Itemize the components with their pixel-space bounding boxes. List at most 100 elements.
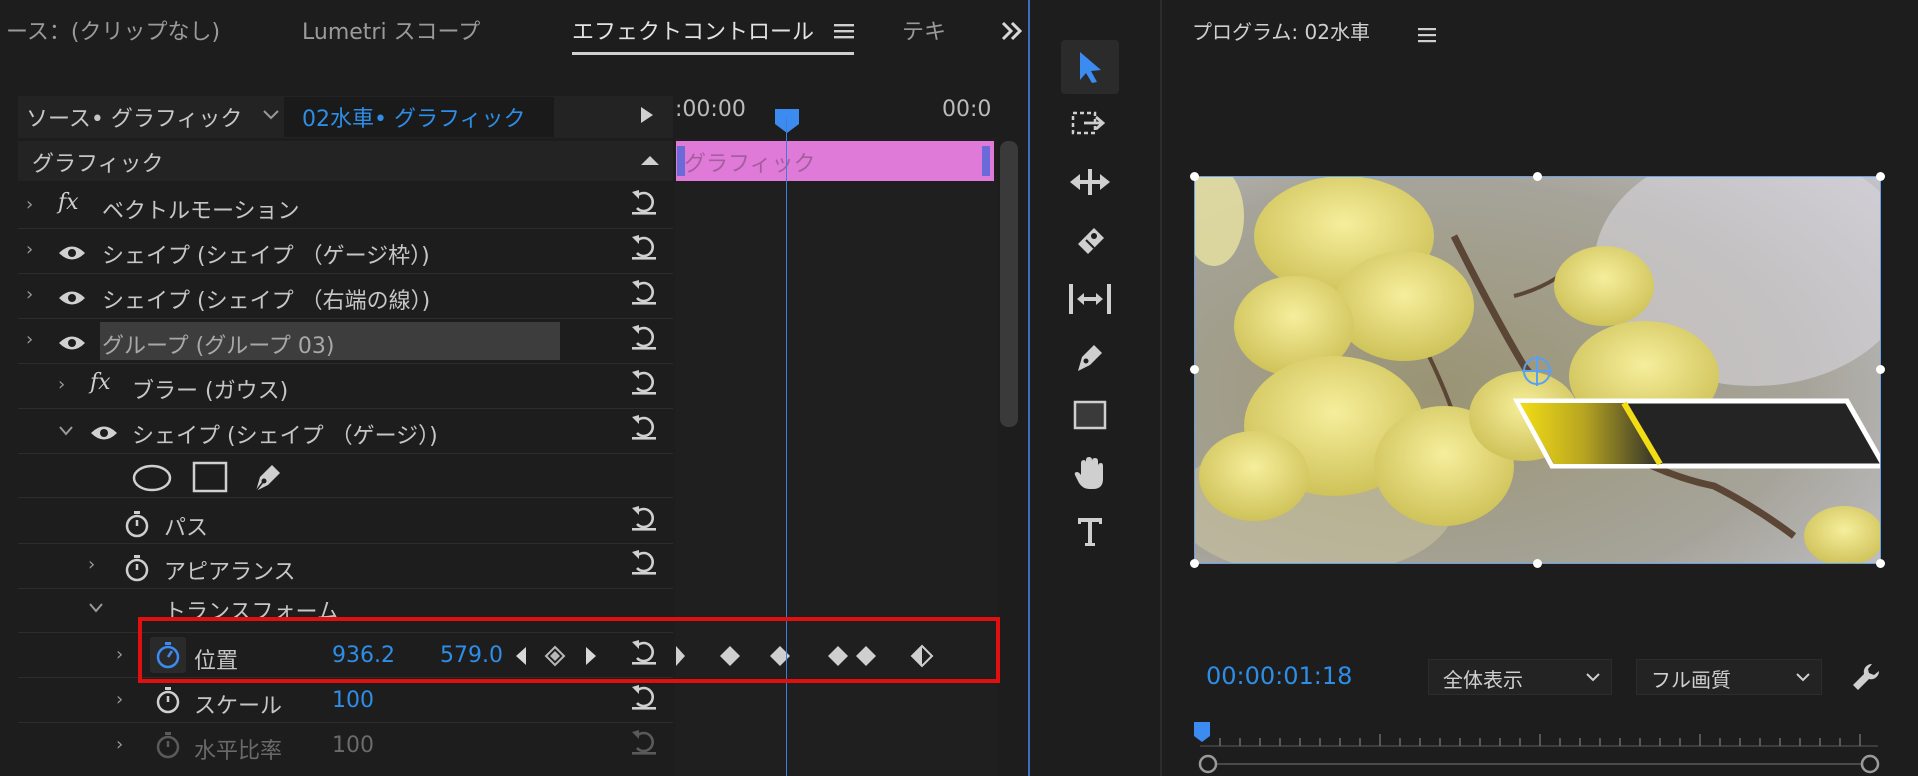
ripple-edit-icon [1070,169,1110,195]
expand-chevron-icon[interactable]: › [58,374,65,395]
scale-value[interactable]: 100 [332,688,374,713]
annotation-highlight-box [138,617,1000,683]
tab-source[interactable]: ース：(クリップなし) [6,14,220,46]
effect-vector-motion[interactable]: ベクトルモーション [102,193,300,225]
chevron-down-icon[interactable] [262,108,280,122]
resize-handle[interactable] [1876,172,1885,181]
selection-tool[interactable] [1061,40,1119,94]
effect-blur-gaussian[interactable]: ブラー (ガウス) [132,373,288,405]
tab-lumetri-scopes[interactable]: Lumetri スコープ [302,14,480,46]
resize-handle[interactable] [1876,365,1885,374]
monitor-timecode[interactable]: 00:00:01:18 [1206,662,1352,690]
prop-path-label: パス [164,516,209,541]
expand-chevron-icon[interactable]: › [26,239,33,260]
resize-handle[interactable] [1190,559,1199,568]
pen-mask-icon[interactable] [250,459,286,495]
eye-icon[interactable] [90,424,118,442]
effect-shape-gauge-frame[interactable]: シェイプ (シェイプ （ゲージ枠）) [102,238,430,270]
panel-menu-icon[interactable] [834,22,854,40]
expand-chevron-icon[interactable]: › [116,689,123,710]
prop-scale-label: スケール [194,694,283,719]
monitor-menu-icon[interactable] [1418,27,1436,43]
chevron-down-icon [1586,673,1600,682]
reset-icon[interactable] [629,546,659,576]
quality-dropdown-value: フル画質 [1651,668,1731,692]
track-select-icon [1071,111,1106,135]
monitor-time-ruler[interactable] [1194,720,1884,776]
reset-icon[interactable] [629,411,659,441]
timecode-start: :00:00 [675,97,746,122]
clip-bar-label: グラフィック [684,152,816,177]
collapse-chevron-icon[interactable] [58,425,74,437]
expand-chevron-icon[interactable]: › [26,329,33,350]
clip-in-handle[interactable] [677,146,685,176]
track-select-tool[interactable] [1061,97,1119,151]
reset-icon[interactable] [629,502,659,532]
eye-icon[interactable] [58,244,86,262]
reset-icon[interactable] [629,681,659,711]
tab-text[interactable]: テキ [902,14,946,46]
effect-shape-gauge[interactable]: シェイプ (シェイプ （ゲージ）) [132,418,438,450]
type-tool[interactable] [1061,504,1119,558]
source-label: ソース• グラフィック [26,107,243,132]
collapse-chevron-icon[interactable] [88,602,104,614]
expand-chevron-icon[interactable]: › [26,284,33,305]
resize-handle[interactable] [1533,559,1542,568]
tab-effect-controls[interactable]: エフェクトコントロール [572,14,814,46]
razor-icon [1078,228,1104,254]
reset-icon[interactable] [629,231,659,261]
pen-tool[interactable] [1061,330,1119,384]
reset-icon[interactable] [629,321,659,351]
quality-dropdown[interactable]: フル画質 [1636,659,1822,695]
ellipse-mask-icon[interactable] [132,463,172,493]
reset-icon[interactable] [629,186,659,216]
selection-arrow-icon [1080,52,1101,83]
expand-chevron-icon[interactable]: › [116,644,123,665]
effect-group-03[interactable]: グループ (グループ 03) [102,328,335,360]
section-title: グラフィック [32,152,164,177]
resize-handle[interactable] [1190,365,1199,374]
stopwatch-icon[interactable] [124,554,150,582]
stopwatch-icon[interactable] [124,510,150,538]
play-icon[interactable] [640,106,654,124]
expand-chevron-icon[interactable]: › [88,554,95,575]
timecode-end: 00:0 [942,97,992,122]
effect-shape-right-line[interactable]: シェイプ (シェイプ （右端の線）) [102,283,430,315]
razor-tool[interactable] [1061,213,1119,267]
slip-icon [1069,284,1111,314]
vertical-scrollbar[interactable] [1000,141,1018,427]
resize-handle[interactable] [1533,172,1542,181]
eye-icon[interactable] [58,334,86,352]
resize-handle[interactable] [1190,172,1199,181]
hscale-value: 100 [332,733,374,758]
fx-icon: fx [90,370,111,395]
fx-icon: fx [58,190,79,215]
eye-icon[interactable] [58,289,86,307]
reset-icon[interactable] [629,276,659,306]
rectangle-icon [1073,400,1107,430]
expand-chevron-icon[interactable]: › [26,194,33,215]
reset-icon-disabled [632,730,656,755]
slip-tool[interactable] [1061,272,1119,326]
ripple-edit-tool[interactable] [1061,155,1119,209]
playhead-handle[interactable] [774,108,800,134]
stopwatch-icon[interactable] [155,686,181,714]
prop-hscale-label: 水平比率 [194,739,283,764]
active-tab-underline [572,52,854,55]
clip-out-handle[interactable] [982,146,990,176]
rectangle-tool[interactable] [1061,388,1119,442]
rectangle-mask-icon[interactable] [192,461,228,493]
more-tabs-icon[interactable] [1000,20,1024,42]
monitor-title: プログラム: 02水車 [1192,20,1370,44]
expand-chevron-icon[interactable]: › [116,734,123,755]
hand-icon [1074,457,1103,489]
selection-bounding-box [1194,176,1881,564]
clip-label[interactable]: 02水車• グラフィック [302,101,526,133]
pen-icon [1078,345,1102,371]
fit-dropdown[interactable]: 全体表示 [1428,659,1612,695]
reset-icon[interactable] [629,366,659,396]
resize-handle[interactable] [1876,559,1885,568]
collapse-up-icon[interactable] [640,154,660,166]
wrench-icon[interactable] [1850,661,1882,693]
hand-tool[interactable] [1061,446,1119,500]
